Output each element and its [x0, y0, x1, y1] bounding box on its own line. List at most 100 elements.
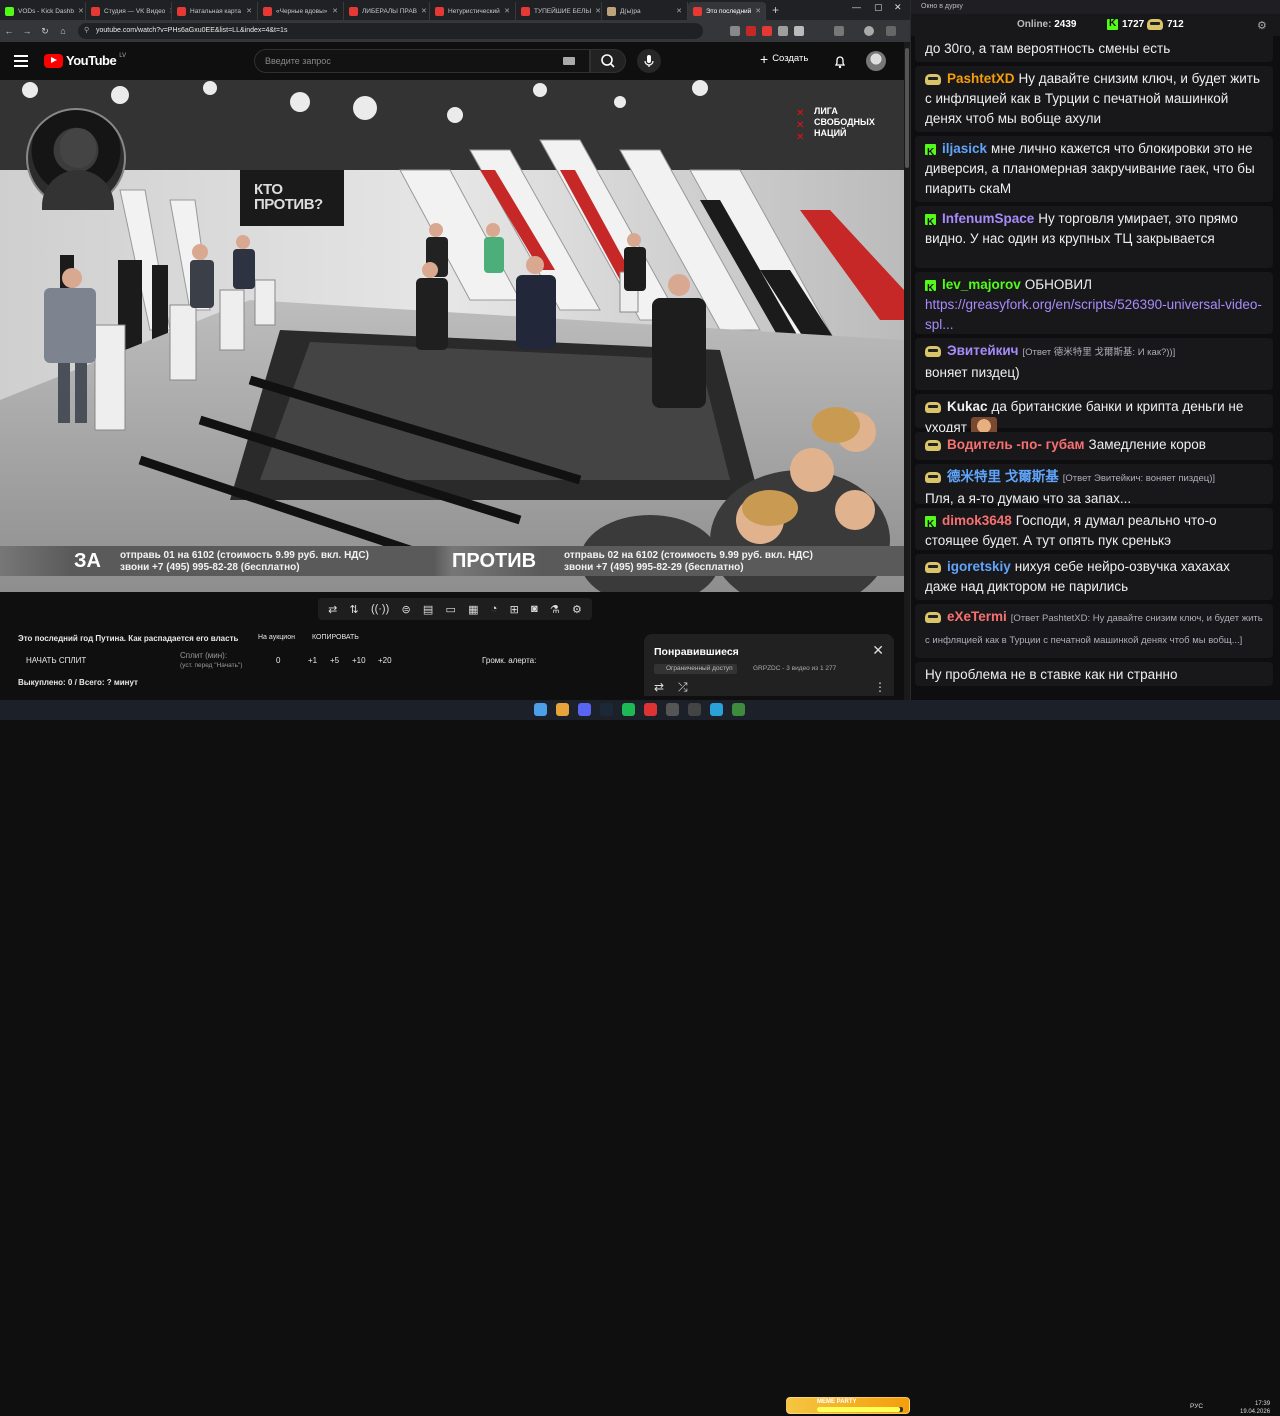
downloads-icon[interactable]: [834, 26, 844, 36]
split-value-input[interactable]: 0: [276, 656, 280, 665]
browser-tab[interactable]: Нетуристический ✕: [430, 2, 516, 20]
chat-username[interactable]: iljasick: [942, 141, 987, 156]
close-tab-icon[interactable]: ✕: [504, 7, 510, 15]
minimize-button[interactable]: —: [852, 2, 861, 12]
browser-tab[interactable]: Натальная карта ✕: [172, 2, 258, 20]
speed-icon[interactable]: ◔: [491, 603, 498, 615]
close-tab-icon[interactable]: ✕: [332, 7, 338, 15]
close-tab-icon[interactable]: ✕: [755, 7, 761, 15]
chat-username[interactable]: Kukac: [947, 399, 988, 414]
browser-tab[interactable]: Это последний ✕: [688, 2, 766, 20]
add-1-button[interactable]: +1: [308, 656, 317, 665]
maximize-button[interactable]: ▢: [874, 2, 883, 13]
language-indicator[interactable]: РУС: [1190, 1403, 1203, 1410]
close-tab-icon[interactable]: ✕: [421, 7, 427, 15]
add-20-button[interactable]: +20: [378, 656, 392, 665]
app-icon[interactable]: [644, 703, 657, 716]
chat-link[interactable]: https://greasyfork.org/en/scripts/526390…: [925, 297, 1262, 332]
search-input[interactable]: Введите запрос: [254, 49, 590, 73]
browser-tab[interactable]: Студия — VK Видео✕: [86, 2, 172, 20]
chat-messages[interactable]: до 30го, а там вероятность смены есть Pas…: [911, 36, 1275, 700]
extension-icon[interactable]: [730, 26, 740, 36]
extension-icon[interactable]: [746, 26, 756, 36]
add-10-button[interactable]: +10: [352, 656, 366, 665]
tab-favicon-icon: [263, 6, 272, 16]
subtitles-icon[interactable]: ▦: [468, 603, 478, 616]
close-icon[interactable]: ✕: [872, 642, 884, 659]
hamburger-menu-icon[interactable]: [14, 55, 28, 67]
auction-button[interactable]: На аукцион: [258, 634, 295, 641]
steam-icon[interactable]: [600, 703, 613, 716]
sort-icon[interactable]: ⇅: [350, 603, 359, 616]
more-icon[interactable]: ⋮: [874, 680, 886, 694]
gear-icon[interactable]: ⚙: [1257, 19, 1267, 32]
chat-username[interactable]: InfenumSpace: [942, 211, 1034, 226]
site-info-icon[interactable]: ⚲: [84, 26, 89, 34]
chat-username[interactable]: eXeTermi: [947, 609, 1007, 624]
browser-tab[interactable]: Д(ы)ра ✕: [602, 2, 688, 20]
close-tab-icon[interactable]: ✕: [676, 7, 682, 15]
url-field[interactable]: ⚲ youtube.com/watch?v=PHs6aGxu0EE&list=L…: [78, 23, 703, 39]
flask-icon[interactable]: ⚗: [550, 603, 560, 616]
browser-tab[interactable]: VODs - Kick Dashb ✕: [0, 2, 86, 20]
reload-button[interactable]: ↻: [36, 26, 54, 37]
kebab-menu-icon[interactable]: [886, 26, 896, 36]
browser-tab[interactable]: ТУПЕЙШИЕ БЕЛЫ ✕: [516, 2, 602, 20]
add-5-button[interactable]: +5: [330, 656, 339, 665]
add-box-icon[interactable]: ⊞: [510, 603, 519, 616]
film-icon[interactable]: ▤: [423, 603, 433, 616]
chat-username[interactable]: dimok3648: [942, 513, 1012, 528]
video-player[interactable]: ✕ ✕ ✕ ЛИГА СВОБОДНЫХ НАЦИЙ КТО ПРОТИВ? ЗА …: [0, 80, 904, 592]
forward-button[interactable]: →: [18, 26, 36, 36]
notifications-bell-icon[interactable]: [832, 53, 848, 69]
meme-party-widget[interactable]: MEME PARTY: [786, 1397, 910, 1414]
home-icon[interactable]: ⌂: [54, 26, 72, 36]
search-button[interactable]: [590, 49, 626, 73]
tab-label: ЛИБЕРАЛЫ ПРАВ: [362, 7, 417, 15]
spotify-icon[interactable]: [622, 703, 635, 716]
copy-button[interactable]: КОПИРОВАТЬ: [312, 634, 359, 641]
app-icon[interactable]: [732, 703, 745, 716]
chat-username[interactable]: PashtetXD: [947, 71, 1015, 86]
avatar[interactable]: [866, 51, 886, 71]
discord-icon[interactable]: [578, 703, 591, 716]
new-tab-button[interactable]: +: [766, 3, 785, 17]
gear-icon[interactable]: ⚙: [572, 603, 582, 616]
close-tab-icon[interactable]: ✕: [78, 7, 84, 15]
show-logo-text: КТО ПРОТИВ?: [254, 181, 323, 213]
chat-username[interactable]: igoretskiy: [947, 559, 1011, 574]
app-icon[interactable]: [666, 703, 679, 716]
telegram-icon[interactable]: [710, 703, 723, 716]
chat-username[interactable]: Эвитейкич: [947, 343, 1019, 358]
picture-in-picture-icon[interactable]: ▭: [446, 603, 456, 616]
app-icon[interactable]: [688, 703, 701, 716]
chat-username[interactable]: Водитель -по- губам: [947, 437, 1085, 452]
camera-icon[interactable]: ◙: [531, 603, 538, 615]
shuffle-icon[interactable]: ⤮: [678, 680, 688, 695]
profile-icon[interactable]: [864, 26, 874, 36]
video-settings-icon[interactable]: ⊜: [401, 603, 410, 616]
start-split-button[interactable]: НАЧАТЬ СПЛИТ: [26, 656, 86, 665]
browser-tab[interactable]: «Черные вдовы» ✕: [258, 2, 344, 20]
chrome-icon[interactable]: [556, 703, 569, 716]
chat-username[interactable]: 德米特里 戈爾斯基: [947, 469, 1059, 484]
loop-icon[interactable]: ⇄: [654, 680, 664, 694]
close-tab-icon[interactable]: ✕: [595, 7, 601, 15]
repeat-icon[interactable]: ⇄: [328, 603, 337, 616]
extension-icon[interactable]: [794, 26, 804, 36]
create-button[interactable]: + Создать: [760, 52, 808, 66]
voice-search-button[interactable]: [637, 49, 661, 73]
close-tab-icon[interactable]: ✕: [246, 7, 252, 15]
extension-icon[interactable]: [778, 26, 788, 36]
keyboard-icon[interactable]: [563, 57, 575, 65]
youtube-logo[interactable]: YouTube LV: [44, 53, 126, 68]
browser-tab[interactable]: ЛИБЕРАЛЫ ПРАВ ✕: [344, 2, 430, 20]
playlist-title[interactable]: Понравившиеся: [654, 646, 739, 658]
audio-icon[interactable]: ((·)): [371, 603, 389, 615]
back-button[interactable]: ←: [0, 26, 18, 36]
chat-username[interactable]: lev_majorov: [942, 277, 1021, 292]
extension-icon[interactable]: [762, 26, 772, 36]
start-icon[interactable]: [534, 703, 547, 716]
close-window-button[interactable]: ✕: [894, 2, 902, 13]
clock[interactable]: 17:39 19.04.2026: [1240, 1400, 1270, 1416]
